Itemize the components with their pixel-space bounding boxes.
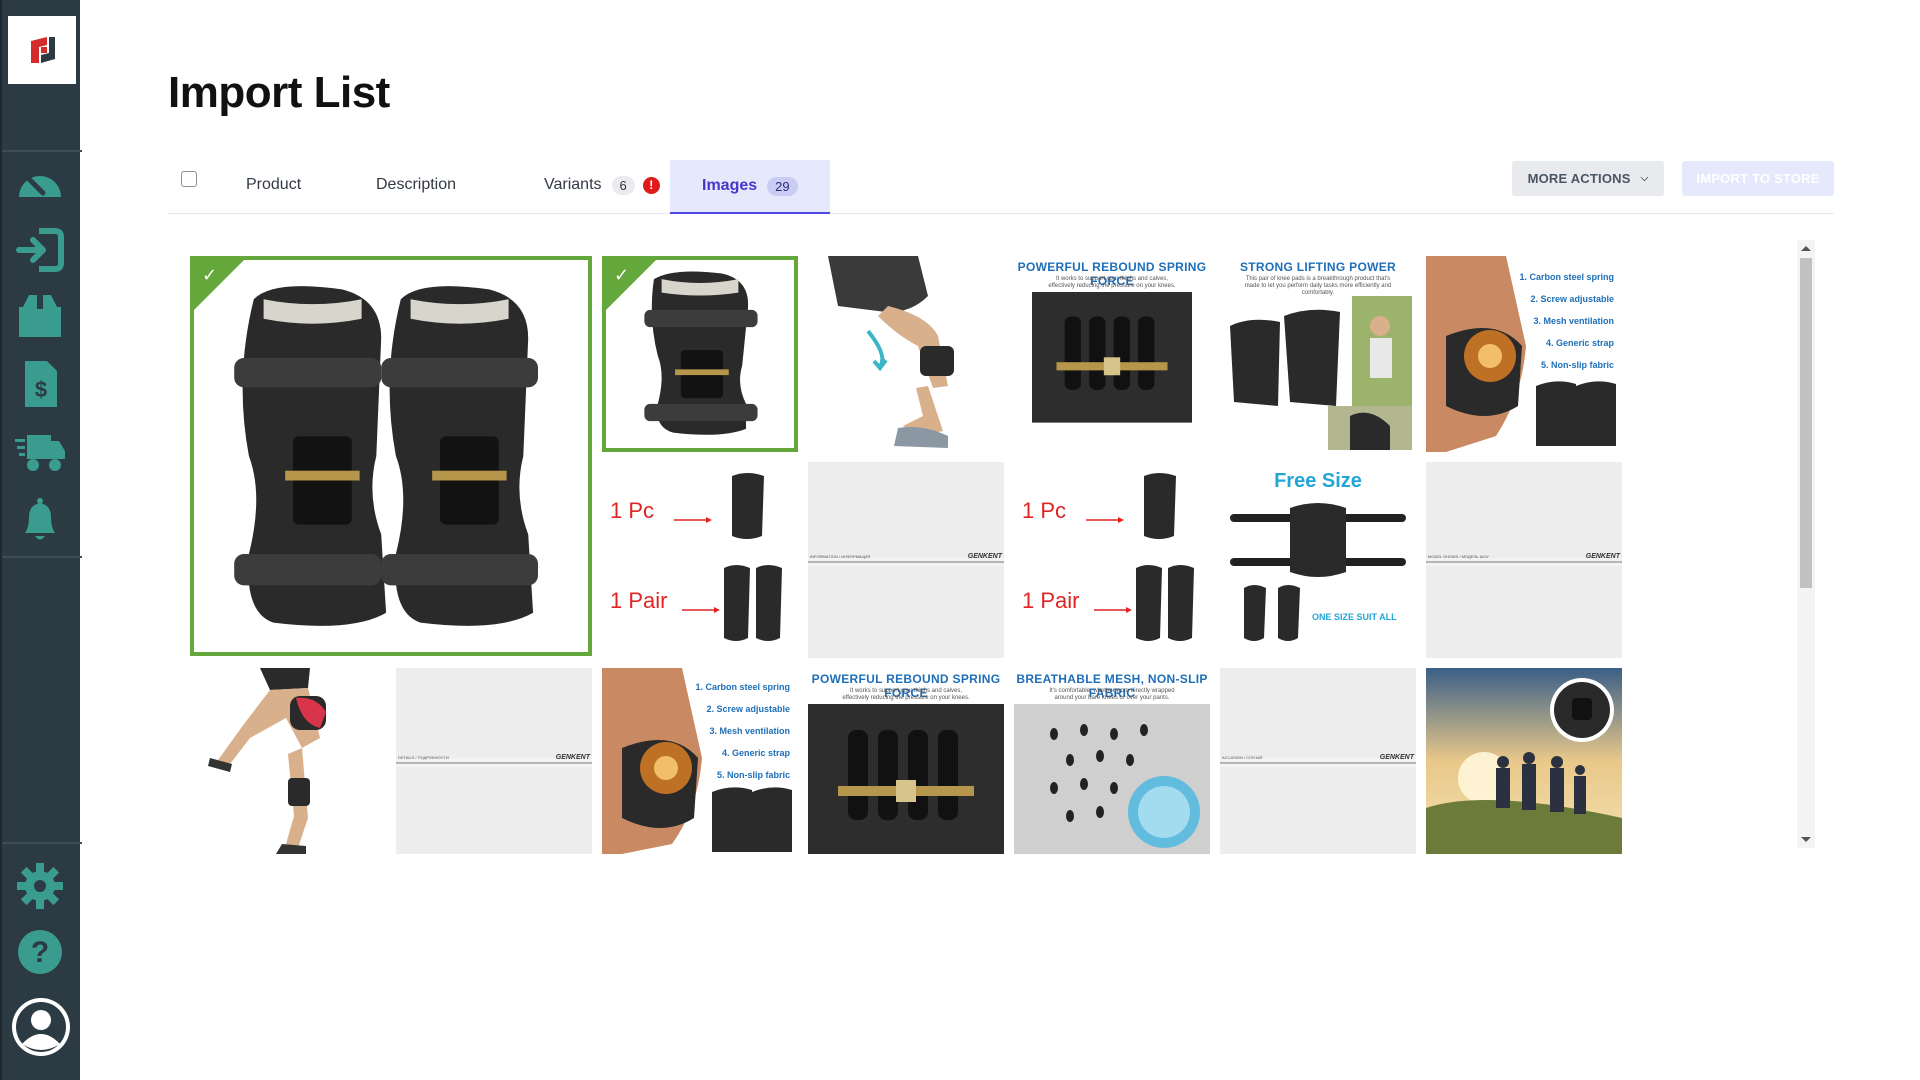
tab-variants[interactable]: Variants 6 ! <box>534 158 670 212</box>
products-box-icon[interactable] <box>12 288 68 344</box>
sheet-caption: MODEL SHOWS / МОДЕЛЬ ШОУ <box>1428 554 1489 559</box>
select-all-checkbox[interactable] <box>181 171 197 187</box>
tab-product-label: Product <box>246 176 302 193</box>
mesh-fabric-image <box>1014 704 1210 854</box>
sheet-caption: DETAILS / ПОДРОБНОСТИ <box>398 755 449 760</box>
quantity-comparison-image <box>674 473 782 641</box>
image-tile[interactable]: POWERFUL REBOUND SPRING FORCE It works t… <box>808 668 1004 854</box>
nav-divider <box>2 842 82 844</box>
variants-count-badge: 6 <box>611 175 635 195</box>
details-sheet-image <box>396 668 592 854</box>
import-to-store-button[interactable]: IMPORT TO STORE <box>1682 161 1834 196</box>
image-tile[interactable]: ✓ <box>602 256 798 452</box>
svg-text:?: ? <box>31 936 49 969</box>
accasion-sheet-image <box>1220 668 1416 854</box>
image-subtext: It works to support your thighs and calv… <box>1048 276 1176 289</box>
image-tile[interactable] <box>1426 668 1622 854</box>
image-tile[interactable] <box>808 256 1004 452</box>
feature-item: 2. Screw adjustable <box>706 704 790 714</box>
image-tile[interactable]: MODEL SHOWS / МОДЕЛЬ ШОУ GENKENT <box>1426 462 1622 658</box>
image-tile[interactable]: DETAILS / ПОДРОБНОСТИ GENKENT <box>396 668 592 854</box>
feature-item: 3. Mesh ventilation <box>709 726 790 736</box>
tab-product[interactable]: Product <box>236 158 311 212</box>
image-tile[interactable]: 1 Pc 1 Pair <box>1014 462 1210 658</box>
feature-item: 5. Non-slip fabric <box>716 770 790 780</box>
feature-item: 1. Carbon steel spring <box>1519 272 1614 282</box>
knee-pads-pair-image <box>234 286 538 626</box>
scroll-up-arrow[interactable] <box>1801 246 1811 251</box>
tab-description-label: Description <box>376 176 457 193</box>
image-tile[interactable]: ✓ <box>190 256 592 656</box>
image-tile[interactable]: BREATHABLE MESH, NON-SLIP FABRIC It's co… <box>1014 668 1210 854</box>
images-gallery: ✓ ✓ POWERFUL REBOUND SPRING FORCE It wor… <box>190 256 1622 854</box>
feature-item: 4. Generic strap <box>1545 338 1614 348</box>
feature-item: 1. Carbon steel spring <box>695 682 790 692</box>
spring-closeup-image <box>1032 292 1192 423</box>
tab-description[interactable]: Description <box>366 158 466 212</box>
logo-icon <box>31 37 55 63</box>
feature-item: 3. Mesh ventilation <box>1533 316 1614 326</box>
brand-label: GENKENT <box>1585 553 1620 560</box>
image-subtext: It's comfortable, whether worn directly … <box>1049 688 1175 701</box>
check-icon: ✓ <box>614 265 630 285</box>
feature-item: 2. Screw adjustable <box>1530 294 1614 304</box>
nav-divider <box>2 556 82 558</box>
dashboard-icon[interactable] <box>12 156 68 212</box>
nav-divider <box>2 150 82 152</box>
import-to-store-label: IMPORT TO STORE <box>1696 171 1820 186</box>
feature-item: 5. Non-slip fabric <box>1540 360 1614 370</box>
tab-images-label: Images <box>702 177 758 194</box>
import-icon[interactable] <box>12 222 68 278</box>
image-tile[interactable] <box>190 668 386 854</box>
feature-list: 1. Carbon steel spring 2. Screw adjustab… <box>1519 266 1614 376</box>
app-logo[interactable] <box>8 16 76 84</box>
feature-item: 4. Generic strap <box>721 748 790 758</box>
scroll-down-arrow[interactable] <box>1801 837 1811 842</box>
images-count-badge: 29 <box>767 176 798 196</box>
check-icon: ✓ <box>202 265 218 285</box>
size-diagram-image <box>1230 503 1406 641</box>
brand-label: GENKENT <box>555 754 590 761</box>
image-tile[interactable]: STRONG LIFTING POWER This pair of knee p… <box>1220 256 1416 452</box>
shipping-truck-icon[interactable] <box>12 424 68 480</box>
model-sheet-image <box>1426 462 1622 658</box>
help-question-icon[interactable]: ? <box>12 924 68 980</box>
brand-label: GENKENT <box>967 553 1002 560</box>
page-title: Import List <box>168 68 390 117</box>
image-tile[interactable]: POWERFUL REBOUND SPRING FORCE It works t… <box>1014 256 1210 452</box>
image-tile[interactable]: INFORMATION / ИНФОРМАЦИЯ GENKENT <box>808 462 1004 658</box>
sheet-caption: ACCASION / СЛУЧАЙ <box>1222 755 1263 760</box>
feature-list: 1. Carbon steel spring 2. Screw adjustab… <box>695 676 790 786</box>
variants-alert-icon: ! <box>642 176 660 194</box>
image-subtext: It works to support your thighs and calv… <box>842 688 970 701</box>
image-tile[interactable]: 1. Carbon steel spring 2. Screw adjustab… <box>1426 256 1622 452</box>
one-size-label: ONE SIZE SUIT ALL <box>1312 612 1397 622</box>
image-tile[interactable]: ACCASION / СЛУЧАЙ GENKENT <box>1220 668 1416 854</box>
scrollbar-thumb[interactable] <box>1800 258 1812 588</box>
image-tile[interactable]: 1 Pc 1 Pair <box>602 462 798 658</box>
svg-text:$: $ <box>35 377 47 402</box>
settings-gear-icon[interactable] <box>12 858 68 914</box>
notifications-bell-icon[interactable] <box>12 492 68 548</box>
tab-variants-label: Variants <box>544 176 602 193</box>
knee-pads-cycling-image <box>1230 296 1412 450</box>
info-sheet-image <box>808 462 1004 658</box>
sheet-caption: INFORMATION / ИНФОРМАЦИЯ <box>810 554 871 559</box>
spring-closeup-image <box>808 704 1004 854</box>
more-actions-label: MORE ACTIONS <box>1527 171 1631 186</box>
person-running-image <box>208 668 326 854</box>
image-tile[interactable]: 1. Carbon steel spring 2. Screw adjustab… <box>602 668 798 854</box>
person-squat-image <box>828 256 954 448</box>
chevron-down-icon: ⌵ <box>1640 173 1649 184</box>
user-avatar-icon[interactable] <box>10 996 72 1058</box>
image-tile[interactable]: Free Size ONE SIZE SUIT ALL <box>1220 462 1416 658</box>
brand-label: GENKENT <box>1379 754 1414 761</box>
tab-images[interactable]: Images 29 <box>670 160 830 214</box>
hikers-sunset-image <box>1426 668 1622 854</box>
quantity-comparison-image <box>1086 473 1194 641</box>
gallery-scrollbar[interactable] <box>1797 240 1815 848</box>
more-actions-button[interactable]: MORE ACTIONS ⌵ <box>1512 161 1664 196</box>
orders-dollar-icon[interactable]: $ <box>12 356 68 412</box>
sidebar: $ ? <box>0 0 82 1080</box>
